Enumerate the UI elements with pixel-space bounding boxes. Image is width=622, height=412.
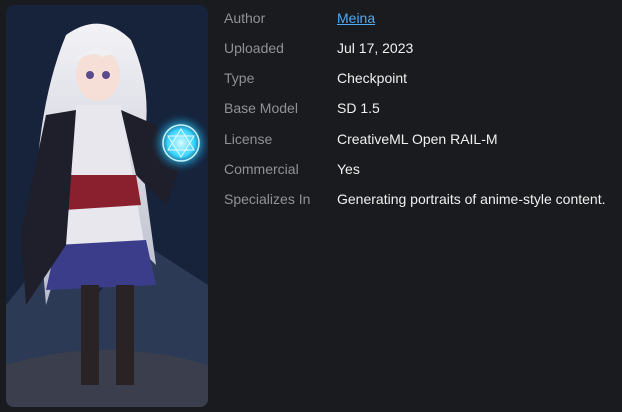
detail-label: Commercial	[224, 161, 299, 177]
detail-value: SD 1.5	[337, 100, 380, 116]
detail-label: Specializes In	[224, 191, 311, 207]
detail-value: CreativeML Open RAIL-M	[337, 131, 498, 147]
model-preview-image[interactable]	[6, 5, 208, 407]
detail-label: Author	[224, 10, 266, 26]
detail-value: Checkpoint	[337, 70, 408, 86]
detail-label: License	[224, 131, 273, 147]
detail-value: Generating portraits of anime-style cont…	[337, 191, 606, 207]
detail-label: Type	[224, 70, 255, 86]
detail-value: Yes	[337, 161, 360, 177]
detail-label: Base Model	[224, 100, 298, 116]
detail-label: Uploaded	[224, 40, 284, 56]
anime-portrait-icon	[6, 5, 208, 407]
author-link[interactable]: Meina	[337, 10, 375, 26]
detail-value: Jul 17, 2023	[337, 40, 414, 56]
